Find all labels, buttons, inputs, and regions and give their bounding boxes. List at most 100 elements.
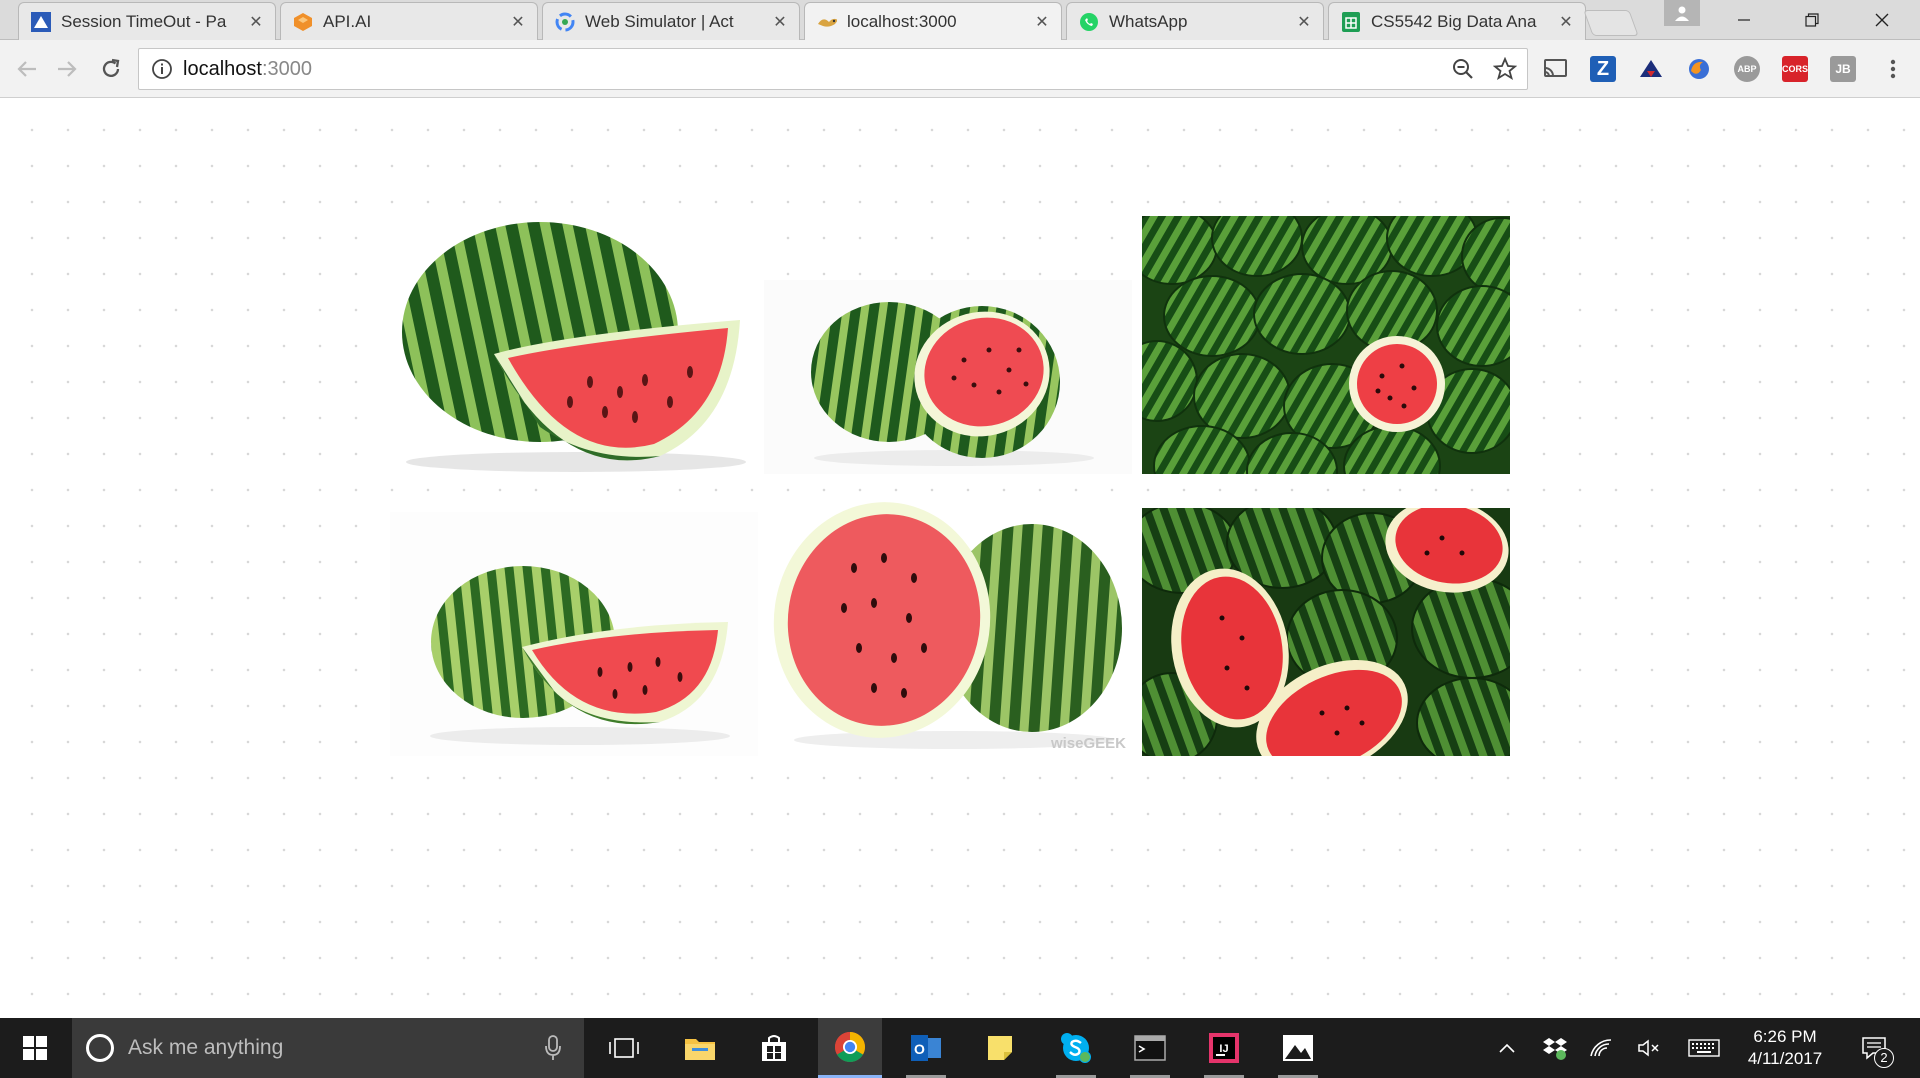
shield-ext-icon[interactable] xyxy=(1638,56,1664,82)
wifi-icon xyxy=(1590,1039,1612,1057)
clock-date: 4/11/2017 xyxy=(1747,1049,1823,1068)
watermelon-halves-graphic xyxy=(773,502,1122,749)
tab-close-icon[interactable]: ✕ xyxy=(1033,12,1051,32)
action-center-button[interactable]: 2 xyxy=(1854,1018,1894,1078)
tab-close-icon[interactable]: ✕ xyxy=(1295,12,1313,32)
apiai-favicon-icon xyxy=(293,12,313,32)
tab-close-icon[interactable]: ✕ xyxy=(247,12,265,32)
watermelon-image-4[interactable] xyxy=(390,512,758,756)
session-favicon-icon xyxy=(31,11,51,32)
file-explorer-button[interactable] xyxy=(668,1018,732,1078)
tab-close-icon[interactable]: ✕ xyxy=(1557,12,1575,32)
reload-button[interactable] xyxy=(94,52,128,86)
person-icon xyxy=(1675,6,1689,21)
tab-title: API.AI xyxy=(323,11,372,31)
chrome-button[interactable] xyxy=(818,1018,882,1078)
outlook-icon: O xyxy=(911,1035,941,1061)
terminal-button[interactable] xyxy=(1118,1018,1182,1078)
tab-session-timeout[interactable]: Session TimeOut - Pa ✕ xyxy=(18,2,276,40)
keyboard-icon xyxy=(1688,1039,1720,1057)
tab-title: WhatsApp xyxy=(1109,11,1188,31)
minimize-icon xyxy=(1738,19,1750,21)
forward-button[interactable] xyxy=(50,52,84,86)
watermelon-image-3[interactable] xyxy=(1142,216,1510,474)
cortana-icon xyxy=(86,1034,114,1062)
restore-button[interactable] xyxy=(1782,0,1842,40)
tab-close-icon[interactable]: ✕ xyxy=(771,12,789,32)
reload-icon xyxy=(102,58,120,77)
watermelon-whole-wedge-graphic xyxy=(402,222,746,472)
microphone-icon[interactable] xyxy=(544,1034,562,1062)
zotero-ext-icon[interactable]: Z xyxy=(1590,56,1616,82)
tab-close-icon[interactable]: ✕ xyxy=(509,12,527,32)
watermelon-image-5[interactable]: wiseGEEK xyxy=(764,498,1132,756)
touch-keyboard-button[interactable] xyxy=(1686,1018,1722,1078)
tab-strip: Session TimeOut - Pa ✕ API.AI ✕ Web Simu… xyxy=(0,0,1920,40)
arrow-left-icon xyxy=(17,61,36,77)
svg-text:IJ: IJ xyxy=(1219,1043,1228,1055)
watermelon-market-graphic xyxy=(1142,508,1510,756)
minimize-button[interactable] xyxy=(1714,0,1774,40)
chevron-up-icon xyxy=(1499,1043,1515,1053)
watermelon-pile-graphic xyxy=(1142,216,1510,474)
page-content: wiseGEEK xyxy=(0,98,1920,1018)
dropbox-tray-button[interactable] xyxy=(1540,1018,1570,1078)
sticky-note-icon xyxy=(988,1036,1012,1060)
photos-button[interactable] xyxy=(1266,1018,1330,1078)
watermelon-image-2[interactable] xyxy=(764,280,1132,474)
bookmark-star-icon[interactable] xyxy=(1493,57,1517,81)
windows-logo-icon xyxy=(23,1036,47,1060)
profile-button[interactable] xyxy=(1664,0,1700,26)
url-port: :3000 xyxy=(261,57,312,80)
close-window-button[interactable] xyxy=(1852,0,1912,40)
show-hidden-icons-button[interactable] xyxy=(1494,1018,1520,1078)
tab-whatsapp[interactable]: WhatsApp ✕ xyxy=(1066,2,1324,40)
task-view-button[interactable] xyxy=(592,1018,656,1078)
sheets-favicon-icon xyxy=(1341,11,1361,32)
back-button[interactable] xyxy=(10,52,44,86)
tab-title: localhost:3000 xyxy=(847,11,957,31)
address-bar[interactable]: localhost:3000 xyxy=(138,48,1528,90)
tab-cs5542[interactable]: CS5542 Big Data Ana ✕ xyxy=(1328,2,1586,40)
arrow-right-icon xyxy=(58,61,77,77)
outlook-button[interactable]: O xyxy=(894,1018,958,1078)
watermelon-half-graphic xyxy=(811,302,1094,466)
volume-muted-icon xyxy=(1638,1039,1659,1057)
localhost-favicon-icon xyxy=(817,12,837,32)
intellij-button[interactable]: IJ xyxy=(1192,1018,1256,1078)
adblock-ext-icon[interactable]: ABP xyxy=(1734,56,1760,82)
jetbrains-ext-icon[interactable]: JB xyxy=(1830,56,1856,82)
firefox-ext-icon[interactable] xyxy=(1686,56,1712,82)
new-tab-button[interactable] xyxy=(1583,10,1639,36)
tab-localhost[interactable]: localhost:3000 ✕ xyxy=(804,2,1062,40)
cors-ext-icon[interactable]: CORS xyxy=(1782,56,1808,82)
dropbox-icon xyxy=(1543,1038,1567,1060)
restore-icon xyxy=(1805,13,1819,27)
volume-tray-button[interactable] xyxy=(1634,1018,1664,1078)
wifi-tray-button[interactable] xyxy=(1586,1018,1616,1078)
info-icon[interactable] xyxy=(151,58,173,80)
tab-web-simulator[interactable]: Web Simulator | Act ✕ xyxy=(542,2,800,40)
tab-apiai[interactable]: API.AI ✕ xyxy=(280,2,538,40)
search-placeholder: Ask me anything xyxy=(128,1036,284,1059)
sticky-notes-button[interactable] xyxy=(968,1018,1032,1078)
watermelon-image-1[interactable] xyxy=(390,212,758,474)
terminal-icon xyxy=(1134,1035,1166,1061)
browser-toolbar: localhost:3000 Z ABP CORS JB xyxy=(0,40,1920,98)
tab-title: Session TimeOut - Pa xyxy=(61,11,227,31)
taskbar-clock[interactable]: 6:26 PM 4/11/2017 xyxy=(1730,1026,1840,1070)
tab-title: CS5542 Big Data Ana xyxy=(1371,11,1537,31)
skype-button[interactable] xyxy=(1044,1018,1108,1078)
folder-icon xyxy=(685,1039,715,1060)
intellij-icon: IJ xyxy=(1209,1033,1239,1063)
cast-icon[interactable] xyxy=(1542,56,1568,82)
watermelon-image-6[interactable] xyxy=(1142,508,1510,756)
windows-taskbar: Ask me anything O IJ 6:26 PM 4/11/2017 2 xyxy=(0,1018,1920,1078)
store-button[interactable] xyxy=(742,1018,806,1078)
clock-time: 6:26 PM xyxy=(1753,1027,1817,1046)
photos-icon xyxy=(1283,1035,1313,1061)
zoom-icon[interactable] xyxy=(1451,57,1475,81)
start-button[interactable] xyxy=(0,1018,70,1078)
menu-icon[interactable] xyxy=(1880,56,1906,82)
cortana-search-box[interactable]: Ask me anything xyxy=(72,1018,584,1078)
